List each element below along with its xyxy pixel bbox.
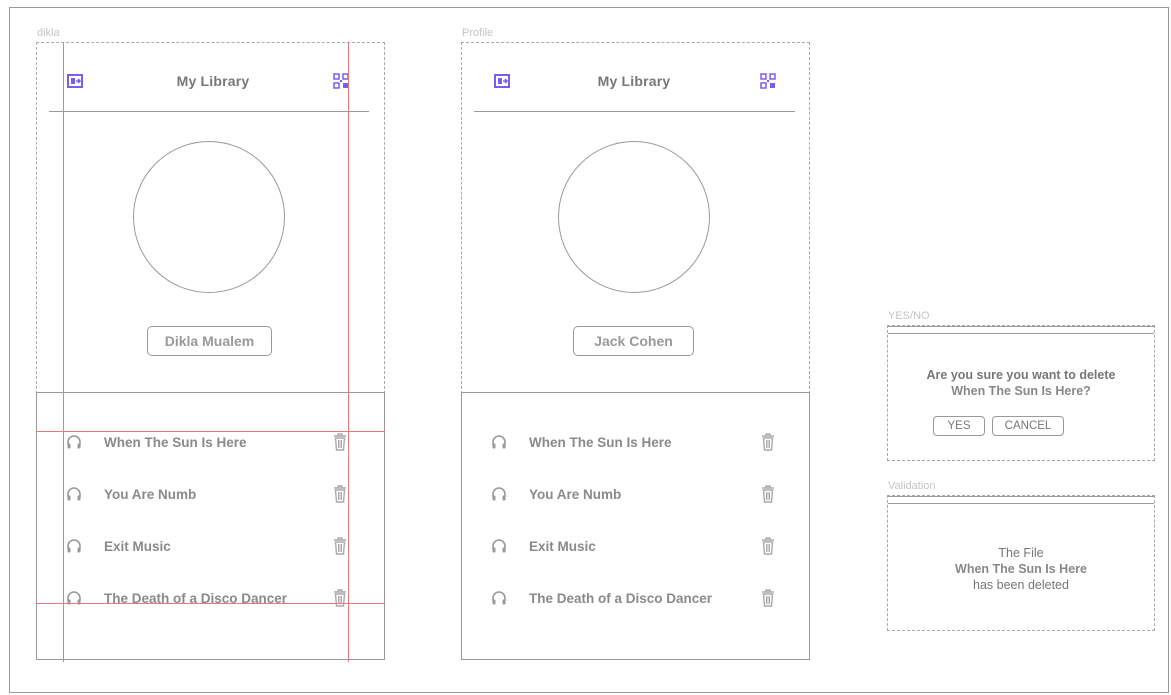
list-item[interactable]: You Are Numb (462, 481, 809, 507)
list-item[interactable]: Exit Music (37, 533, 384, 559)
guide-line-vertical (348, 42, 349, 662)
trash-icon[interactable] (333, 433, 347, 451)
name-button[interactable]: Jack Cohen (573, 326, 694, 356)
dialog-title-bar (888, 326, 1154, 334)
guide-line-horizontal (36, 603, 385, 604)
frame-label-profile: Profile (462, 27, 494, 39)
trash-icon[interactable] (761, 537, 775, 555)
avatar[interactable] (558, 141, 710, 293)
name-button[interactable]: Dikla Mualem (147, 326, 272, 356)
trash-icon[interactable] (333, 537, 347, 555)
page-title: My Library (176, 73, 250, 89)
song-title: The Death of a Disco Dancer (529, 590, 713, 606)
dialog-question: Are you sure you want to delete (926, 368, 1116, 382)
guide-line-horizontal (36, 431, 385, 432)
trash-icon[interactable] (761, 589, 775, 607)
avatar[interactable] (133, 141, 285, 293)
frame-label-validation: Validation (888, 480, 936, 492)
headphones-icon (492, 539, 506, 553)
song-title: When The Sun Is Here (104, 434, 247, 450)
song-title: You Are Numb (104, 486, 197, 502)
frame-label-dikla: dikla (37, 27, 60, 39)
exit-icon[interactable] (494, 73, 510, 89)
trash-icon[interactable] (333, 589, 347, 607)
song-title: When The Sun Is Here (529, 434, 672, 450)
dialog-song-name: When The Sun Is Here? (951, 384, 1091, 398)
list-item[interactable]: The Death of a Disco Dancer (462, 585, 809, 611)
song-title: Exit Music (104, 538, 171, 554)
list-item[interactable]: Exit Music (462, 533, 809, 559)
yes-button[interactable]: YES (933, 416, 985, 436)
cancel-button[interactable]: CANCEL (992, 416, 1064, 436)
validation-song-name: When The Sun Is Here (955, 562, 1087, 576)
guide-line-vertical (63, 42, 64, 662)
validation-dialog: The File When The Sun Is Here has been d… (887, 495, 1155, 631)
qr-code-icon[interactable] (760, 73, 776, 89)
list-item[interactable]: The Death of a Disco Dancer (37, 585, 384, 611)
list-item[interactable]: When The Sun Is Here (37, 429, 384, 455)
dialog-title-bar (888, 496, 1154, 504)
song-list: When The Sun Is Here You Are Numb Exit M… (461, 392, 810, 660)
frame-label-yesno: YES/NO (888, 310, 930, 322)
song-title: Exit Music (529, 538, 596, 554)
song-list: When The Sun Is Here You Are Numb Exit M… (36, 392, 385, 660)
validation-line-1: The File (998, 546, 1044, 560)
validation-line-3: has been deleted (973, 578, 1069, 592)
trash-icon[interactable] (761, 485, 775, 503)
headphones-icon (492, 435, 506, 449)
list-item[interactable]: When The Sun Is Here (462, 429, 809, 455)
headphones-icon (492, 487, 506, 501)
qr-code-icon[interactable] (333, 73, 349, 89)
headphones-icon (492, 591, 506, 605)
trash-icon[interactable] (761, 433, 775, 451)
header-divider (49, 111, 369, 112)
header-divider (474, 111, 795, 112)
headphones-icon (67, 539, 81, 553)
exit-icon[interactable] (67, 73, 83, 89)
trash-icon[interactable] (333, 485, 347, 503)
page-title: My Library (597, 73, 671, 89)
yesno-dialog: Are you sure you want to delete When The… (887, 325, 1155, 461)
headphones-icon (67, 435, 81, 449)
song-title: You Are Numb (529, 486, 622, 502)
list-item[interactable]: You Are Numb (37, 481, 384, 507)
headphones-icon (67, 487, 81, 501)
